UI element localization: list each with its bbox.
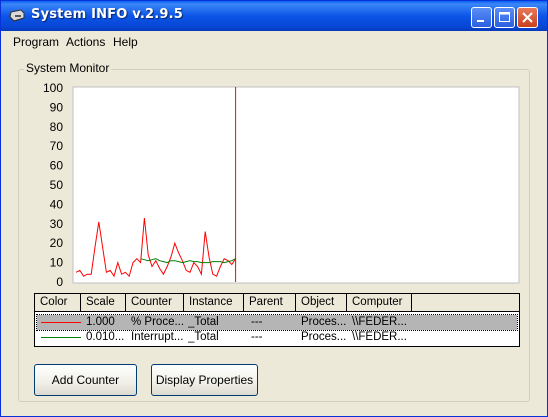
counter-list-header: Color Scale Counter Instance Parent Obje… xyxy=(35,294,519,312)
display-properties-button[interactable]: Display Properties xyxy=(151,364,258,396)
color-swatch xyxy=(41,337,81,338)
y-axis-tick-label: 10 xyxy=(50,256,64,270)
column-header-scale[interactable]: Scale xyxy=(81,294,126,311)
parent-cell: --- xyxy=(251,331,263,343)
y-axis-tick-label: 0 xyxy=(56,275,63,289)
y-axis-tick-label: 20 xyxy=(50,236,64,250)
counter-cell: % Proce... xyxy=(131,316,183,328)
y-axis-tick-label: 40 xyxy=(50,197,64,211)
add-counter-button[interactable]: Add Counter xyxy=(34,364,137,396)
parent-cell: --- xyxy=(251,316,263,328)
instance-cell: _Total xyxy=(188,316,219,328)
instance-cell: _Total xyxy=(188,331,219,343)
counter-row[interactable]: 1.000 % Proce... _Total --- Proces... \\… xyxy=(36,314,518,331)
column-header-object[interactable]: Object xyxy=(296,294,347,311)
column-header-counter[interactable]: Counter xyxy=(126,294,184,311)
scale-cell: 1.000 xyxy=(86,316,115,328)
object-cell: Proces... xyxy=(301,331,347,343)
y-axis-tick-label: 50 xyxy=(50,178,64,192)
computer-cell: \\FEDER... xyxy=(352,316,407,328)
column-header-color[interactable]: Color xyxy=(35,294,81,311)
computer-cell: \\FEDER... xyxy=(352,331,407,343)
y-axis-tick-label: 60 xyxy=(50,159,64,173)
y-axis-tick-label: 70 xyxy=(50,139,64,153)
main-window: System INFO v.2.9.5 Program Actions Help… xyxy=(0,0,548,417)
column-header-instance[interactable]: Instance xyxy=(184,294,244,311)
graph-area xyxy=(72,86,520,284)
counter-list[interactable]: Color Scale Counter Instance Parent Obje… xyxy=(34,293,520,347)
column-header-parent[interactable]: Parent xyxy=(244,294,296,311)
y-axis-tick-label: 80 xyxy=(50,120,64,134)
y-axis-tick-label: 30 xyxy=(50,217,64,231)
color-swatch xyxy=(41,322,81,323)
performance-graph: 1009080706050403020100 xyxy=(43,81,520,289)
counter-row[interactable]: 0.010... Interrupt... _Total --- Proces.… xyxy=(37,330,517,345)
scale-cell: 0.010... xyxy=(86,331,125,343)
y-axis-tick-label: 90 xyxy=(50,100,64,114)
object-cell: Proces... xyxy=(301,316,347,328)
y-axis-tick-label: 100 xyxy=(43,81,63,95)
column-header-computer[interactable]: Computer xyxy=(347,294,412,311)
counter-cell: Interrupt... xyxy=(131,331,183,343)
